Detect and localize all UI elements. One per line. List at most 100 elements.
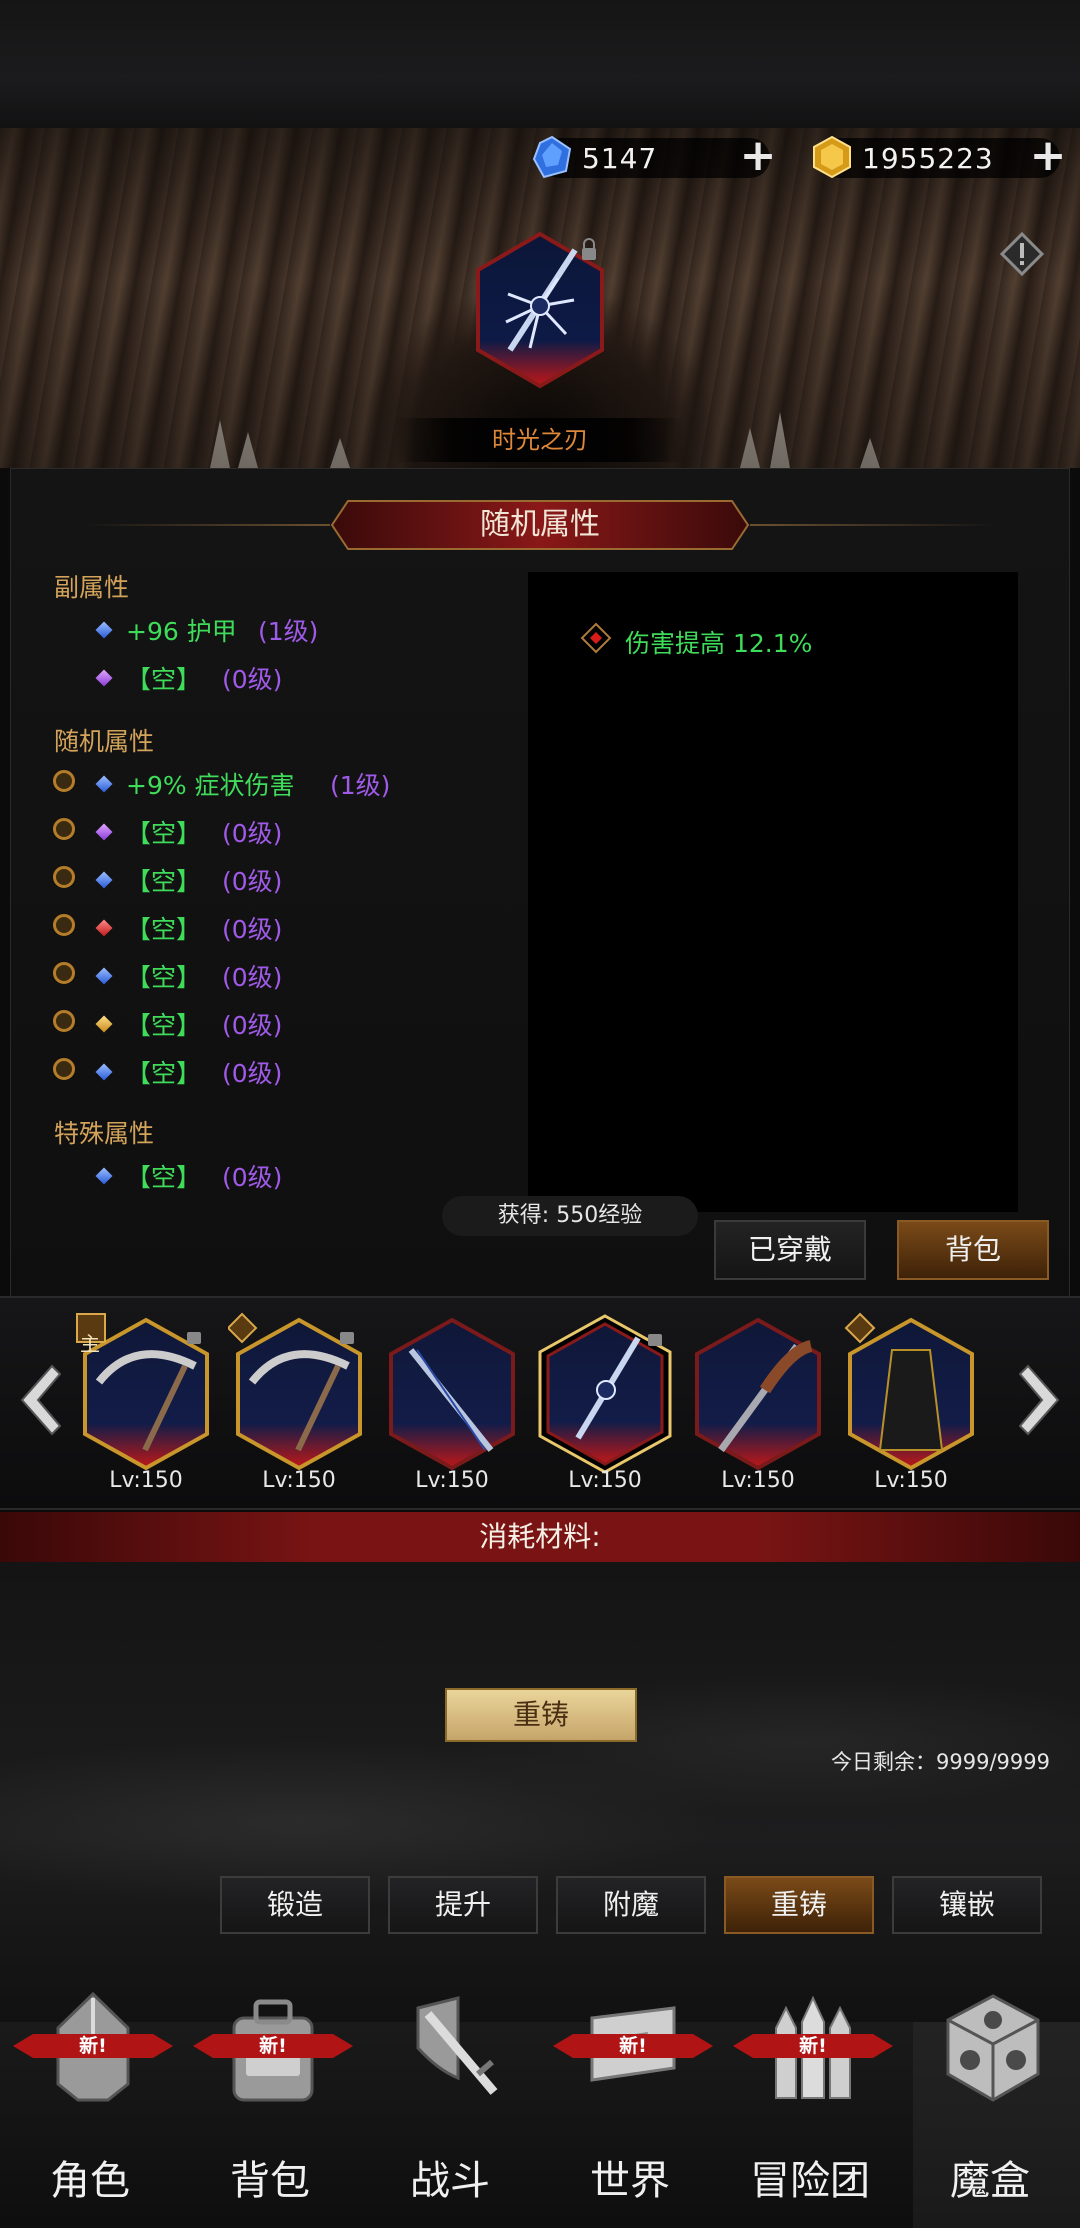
new-badge-text: 新! — [619, 2035, 647, 2057]
carousel-item-rifle-icon[interactable] — [687, 1310, 829, 1480]
blue-gem-icon — [95, 621, 113, 639]
new-badge-text: 新! — [799, 2035, 827, 2057]
tab-forge[interactable]: 锻造 — [220, 1876, 370, 1934]
nav-adventure-team[interactable]: 冒险团 — [720, 2148, 900, 2206]
tab-recast[interactable]: 重铸 — [724, 1876, 874, 1934]
daily-remaining: 今日剩余：9999/9999 — [831, 1750, 1050, 1774]
nav-backpack[interactable]: 背包 — [180, 2148, 360, 2206]
item-level: Lv:150 — [568, 1468, 642, 1493]
gem-amount: 5147 — [582, 142, 658, 175]
random-attr-row[interactable]: +9% 症状伤害 (1级) — [0, 764, 520, 812]
magic-box-cube-icon[interactable] — [938, 1988, 1048, 2108]
attr-value: +9% 症状伤害 — [126, 771, 295, 800]
lock-toggle[interactable] — [53, 1058, 75, 1080]
item-level: Lv:150 — [874, 1468, 948, 1493]
gem-currency: 5147 + — [532, 134, 776, 179]
new-badge: 新! — [553, 2034, 713, 2058]
main-tag: 主 — [80, 1332, 100, 1356]
info-icon[interactable] — [1000, 232, 1044, 276]
item-level: Lv:150 — [262, 1468, 336, 1493]
red-gem-effect-icon — [580, 622, 612, 654]
item-name: 时光之刃 — [492, 426, 588, 454]
attr-value: 【空】 — [126, 819, 202, 848]
new-badge-text: 新! — [79, 2035, 107, 2057]
attr-level: (0级) — [222, 867, 283, 896]
tab-inlay[interactable]: 镶嵌 — [892, 1876, 1042, 1934]
carousel-item-selected-blade-icon[interactable] — [534, 1310, 676, 1480]
purple-gem-icon — [95, 669, 113, 687]
materials-label: 消耗材料: — [479, 1520, 601, 1553]
special-attr-title: 特殊属性 — [54, 1119, 155, 1148]
item-level: Lv:150 — [415, 1468, 489, 1493]
bag-button[interactable]: 背包 — [897, 1220, 1049, 1280]
blue-gem-icon — [95, 775, 113, 793]
attr-level: (0级) — [222, 915, 283, 944]
new-badge: 新! — [13, 2034, 173, 2058]
new-badge: 新! — [193, 2034, 353, 2058]
new-badge: 新! — [733, 2034, 893, 2058]
random-attr-row[interactable]: 【空】 (0级) — [0, 908, 520, 956]
random-attr-row[interactable]: 【空】 (0级) — [0, 860, 520, 908]
nav-magic-box[interactable]: 魔盒 — [900, 2148, 1080, 2206]
random-attr-row[interactable]: 【空】 (0级) — [0, 956, 520, 1004]
tab-enchant[interactable]: 附魔 — [556, 1876, 706, 1934]
carousel-item-robe-icon[interactable] — [840, 1310, 982, 1480]
attr-level: (0级) — [222, 963, 283, 992]
exp-gain-pill: 获得: 550经验 — [442, 1196, 698, 1236]
nav-world[interactable]: 世界 — [540, 2148, 720, 2206]
gold-amount: 1955223 — [862, 142, 994, 175]
carousel-item-bow-icon[interactable] — [381, 1310, 523, 1480]
carousel-item-scythe-icon[interactable] — [228, 1310, 370, 1480]
gold-gem-icon — [95, 1015, 113, 1033]
nav-battle[interactable]: 战斗 — [360, 2148, 540, 2206]
effects-box — [528, 572, 1018, 1212]
item-level: Lv:150 — [721, 1468, 795, 1493]
random-attr-row[interactable]: 【空】 (0级) — [0, 812, 520, 860]
sub-attr-title: 副属性 — [54, 573, 130, 602]
tab-upgrade[interactable]: 提升 — [388, 1876, 538, 1934]
attr-level: (0级) — [222, 665, 283, 694]
blue-gem-icon — [95, 1167, 113, 1185]
random-attr-row[interactable]: 【空】 (0级) — [0, 1052, 520, 1100]
title-divider-right — [750, 524, 1000, 526]
panel-title: 随机属性 — [480, 507, 600, 542]
sub-attr-row[interactable]: 【空】 (0级) — [0, 658, 520, 706]
add-gems-button[interactable]: + — [738, 134, 778, 178]
new-badge-text: 新! — [259, 2035, 287, 2057]
attr-value: 【空】 — [126, 1059, 202, 1088]
lock-toggle[interactable] — [53, 866, 75, 888]
carousel-right-arrow-icon[interactable] — [1018, 1360, 1068, 1440]
lock-toggle[interactable] — [53, 770, 75, 792]
attr-level: (0级) — [222, 1163, 283, 1192]
attr-value: 【空】 — [126, 1163, 202, 1192]
attr-value: +96 护甲 — [126, 617, 237, 646]
purple-gem-icon — [95, 823, 113, 841]
gold-gem-icon — [813, 135, 851, 179]
attr-level: (1级) — [258, 617, 319, 646]
selected-item-weapon-icon[interactable] — [470, 230, 610, 390]
random-attr-row[interactable]: 【空】 (0级) — [0, 1004, 520, 1052]
attr-value: 【空】 — [126, 915, 202, 944]
lock-toggle[interactable] — [53, 1010, 75, 1032]
lock-toggle[interactable] — [53, 962, 75, 984]
add-gold-button[interactable]: + — [1028, 134, 1068, 178]
random-attr-title: 随机属性 — [54, 727, 155, 756]
equipped-button[interactable]: 已穿戴 — [714, 1220, 866, 1280]
lock-toggle[interactable] — [53, 818, 75, 840]
materials-bar: 消耗材料: — [0, 1512, 1080, 1562]
lock-toggle[interactable] — [53, 914, 75, 936]
recast-button[interactable]: 重铸 — [445, 1688, 637, 1742]
attr-value: 【空】 — [126, 963, 202, 992]
sub-attr-row[interactable]: +96 护甲 (1级) — [0, 610, 520, 658]
effect-text: 伤害提高 12.1% — [625, 629, 813, 658]
blue-gem-icon — [95, 1063, 113, 1081]
blue-gem-icon — [95, 967, 113, 985]
item-level: Lv:150 — [109, 1468, 183, 1493]
carousel-left-arrow-icon[interactable] — [12, 1360, 62, 1440]
attr-value: 【空】 — [126, 665, 202, 694]
nav-character[interactable]: 角色 — [0, 2148, 180, 2206]
battle-sword-shield-icon[interactable] — [398, 1988, 508, 2108]
gold-currency: 1955223 + — [813, 134, 1066, 179]
title-divider-left — [80, 524, 330, 526]
attr-level: (0级) — [222, 819, 283, 848]
